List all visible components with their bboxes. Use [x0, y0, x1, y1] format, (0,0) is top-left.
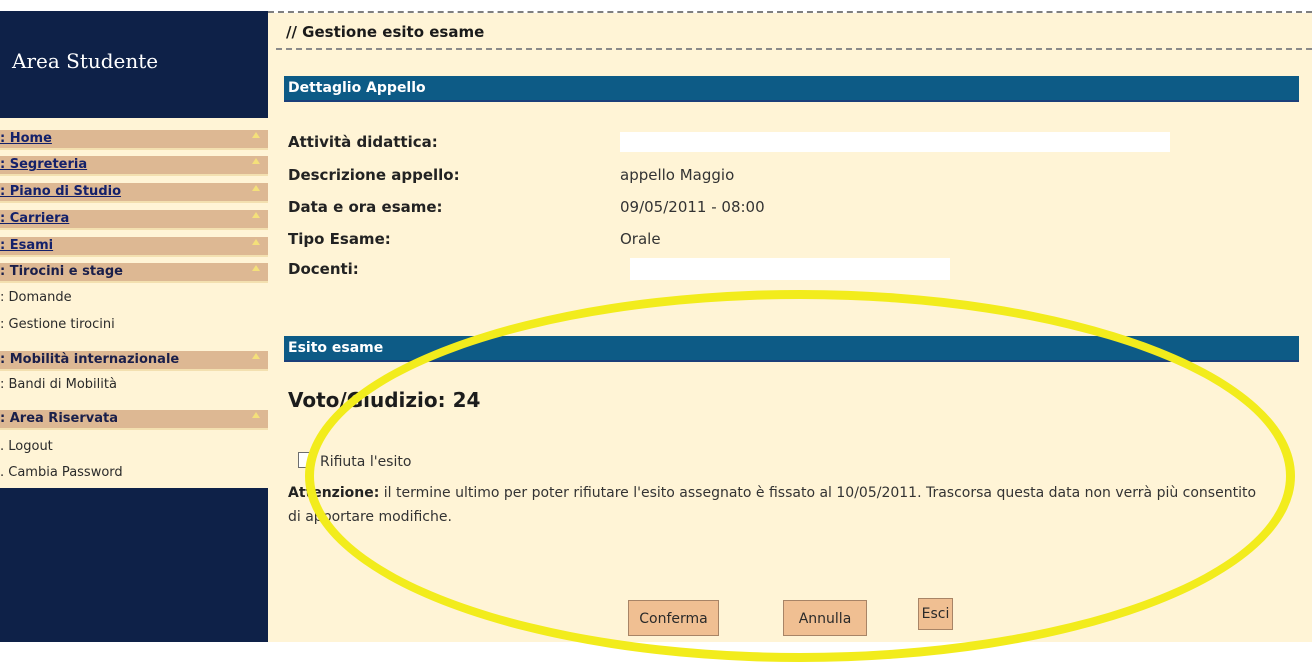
collapse-arrow-icon — [252, 185, 260, 191]
confirm-button[interactable]: Conferma — [628, 600, 719, 636]
label-attivita-didattica: Attività didattica: — [288, 133, 438, 151]
menu-item-carriera[interactable]: : Carriera — [0, 210, 268, 230]
redacted-attivita-value — [620, 132, 1170, 152]
label-tipo-esame: Tipo Esame: — [288, 230, 391, 248]
reject-label: Rifiuta l'esito — [320, 454, 412, 470]
submenu-bandi-di-mobilita[interactable]: : Bandi di Mobilità — [0, 377, 117, 393]
collapse-arrow-icon — [252, 212, 260, 218]
menu-item-area-riservata[interactable]: : Area Riservata — [0, 410, 268, 430]
cancel-button[interactable]: Annulla — [783, 600, 867, 636]
menu-label-tirocini-e-stage: : Tirocini e stage — [0, 264, 123, 279]
menu-item-mobilita-internazionale[interactable]: : Mobilità internazionale — [0, 351, 268, 371]
collapse-arrow-icon — [252, 412, 260, 418]
section-header-dettaglio-appello: Dettaglio Appello — [284, 76, 1299, 102]
menu-item-tirocini-e-stage[interactable]: : Tirocini e stage — [0, 263, 268, 283]
menu-item-piano-di-studio[interactable]: : Piano di Studio — [0, 183, 268, 203]
menu-label-mobilita-internazionale: : Mobilità internazionale — [0, 352, 180, 367]
sidebar-menu: : Home : Segreteria : Piano di Studio : … — [0, 118, 268, 488]
collapse-arrow-icon — [252, 239, 260, 245]
exit-button[interactable]: Esci — [918, 598, 953, 630]
grade-text: Voto/Giudizio: 24 — [288, 388, 481, 412]
breadcrumb-divider — [276, 48, 1312, 50]
section-header-esito-esame: Esito esame — [284, 336, 1299, 362]
menu-link-piano-di-studio[interactable]: : Piano di Studio — [0, 184, 121, 199]
sidebar-title: Area Studente — [12, 49, 159, 73]
submenu-gestione-tirocini[interactable]: : Gestione tirocini — [0, 317, 115, 333]
label-data-ora-esame: Data e ora esame: — [288, 198, 443, 216]
menu-link-segreteria[interactable]: : Segreteria — [0, 157, 87, 172]
main-content: // Gestione esito esame Dettaglio Appell… — [268, 13, 1312, 642]
redacted-docenti-value — [630, 258, 950, 280]
menu-item-home[interactable]: : Home — [0, 130, 268, 150]
warning-text: il termine ultimo per poter rifiutare l'… — [288, 485, 1257, 525]
menu-item-segreteria[interactable]: : Segreteria — [0, 156, 268, 176]
value-descrizione-appello: appello Maggio — [620, 166, 735, 184]
collapse-arrow-icon — [252, 132, 260, 138]
breadcrumb: // Gestione esito esame — [286, 23, 485, 41]
menu-link-home[interactable]: : Home — [0, 131, 52, 146]
submenu-logout[interactable]: . Logout — [0, 439, 53, 455]
collapse-arrow-icon — [252, 353, 260, 359]
collapse-arrow-icon — [252, 158, 260, 164]
collapse-arrow-icon — [252, 265, 260, 271]
value-data-ora-esame: 09/05/2011 - 08:00 — [620, 198, 765, 216]
warning-message: Attenzione: il termine ultimo per poter … — [288, 481, 1268, 529]
menu-label-area-riservata: : Area Riservata — [0, 411, 118, 426]
menu-item-esami[interactable]: : Esami — [0, 237, 268, 257]
label-docenti: Docenti: — [288, 260, 359, 278]
reject-option[interactable]: Rifiuta l'esito — [298, 452, 411, 470]
menu-link-esami[interactable]: : Esami — [0, 238, 53, 253]
sidebar: Area Studente : Home : Segreteria : Pian… — [0, 11, 268, 642]
label-descrizione-appello: Descrizione appello: — [288, 166, 460, 184]
reject-checkbox[interactable] — [298, 452, 314, 468]
submenu-cambia-password[interactable]: . Cambia Password — [0, 465, 123, 481]
menu-link-carriera[interactable]: : Carriera — [0, 211, 69, 226]
value-tipo-esame: Orale — [620, 230, 661, 248]
submenu-domande[interactable]: : Domande — [0, 290, 72, 306]
warning-title: Attenzione: — [288, 485, 380, 501]
